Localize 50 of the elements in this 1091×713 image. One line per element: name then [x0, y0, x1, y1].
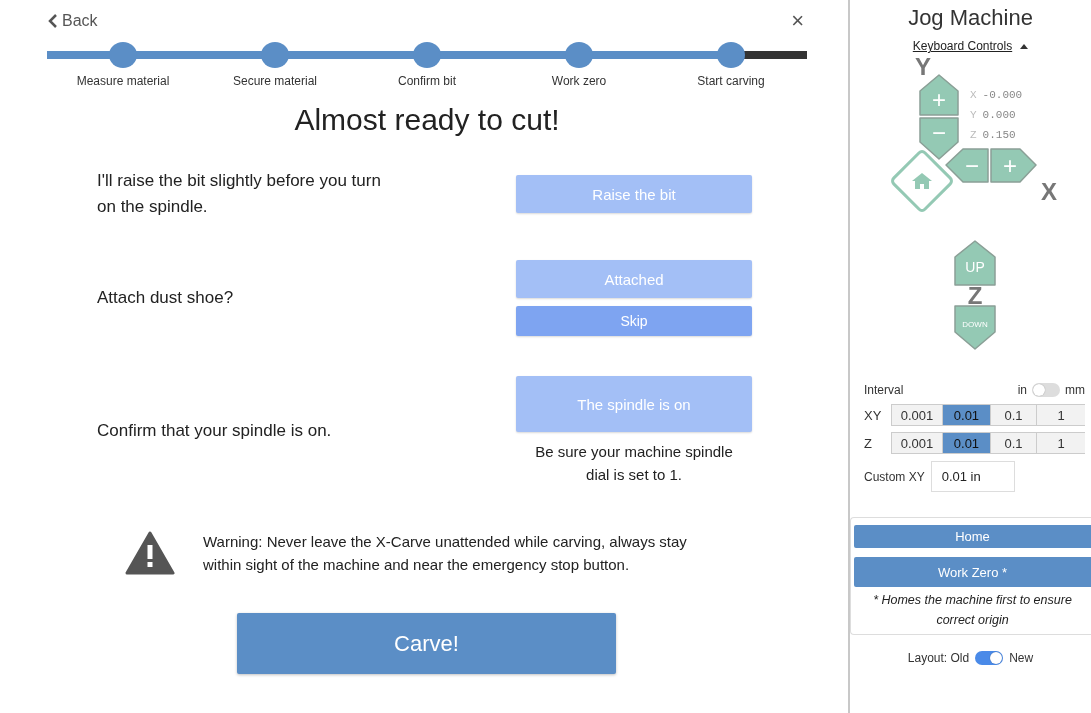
- step-label: Start carving: [696, 74, 766, 88]
- jog-button[interactable]: −: [919, 117, 959, 160]
- interval-option[interactable]: 1: [1036, 404, 1085, 426]
- interval-option[interactable]: 0.01: [941, 432, 990, 454]
- jog-button[interactable]: −: [945, 148, 989, 183]
- interval-option[interactable]: 0.001: [891, 404, 942, 426]
- interval-option[interactable]: 0.1: [989, 404, 1036, 426]
- home-button[interactable]: Home: [854, 525, 1091, 548]
- action-button[interactable]: The spindle is on: [516, 376, 752, 432]
- step-label: Secure material: [231, 74, 318, 88]
- step-label: Confirm bit: [397, 74, 457, 88]
- position-readout: Z 0.150: [970, 129, 1016, 141]
- action-button[interactable]: Skip: [516, 306, 752, 336]
- task-text: Confirm that your spindle is on.: [97, 420, 333, 442]
- warning-text: Warning: Never leave the X-Carve unattended while carving, always stay within sight of the machine and near the emergency stop button.: [203, 532, 688, 575]
- note-text: Be sure your machine spindle dial is set to 1.: [534, 442, 734, 485]
- step-label: Measure material: [75, 74, 171, 88]
- work-zero-button[interactable]: Work Zero *: [854, 557, 1091, 587]
- unit-label: mm: [1065, 383, 1085, 397]
- task-text: Attach dust shoe?: [97, 287, 235, 309]
- axis-label: X: [1041, 177, 1057, 205]
- close-button[interactable]: ×: [791, 9, 804, 32]
- position-readout: Y 0.000: [970, 109, 1016, 121]
- panel-title: Jog Machine: [907, 4, 1034, 32]
- interval-option[interactable]: 1: [1036, 432, 1085, 454]
- task-text: I'll raise the bit slightly before you turn on the spindle.: [97, 170, 382, 218]
- custom-xy-field[interactable]: 0.01 in: [930, 461, 1015, 492]
- jog-button[interactable]: +: [990, 148, 1037, 183]
- layout-label: New: [1009, 651, 1034, 665]
- keyboard-controls-link[interactable]: Keyboard Controls: [912, 39, 1013, 53]
- footnote-text: * Homes the machine first to ensure correct origin: [872, 592, 1073, 629]
- field-label: Custom XY: [864, 469, 925, 484]
- step-label: Work zero: [550, 74, 608, 88]
- axis-label: XY: [864, 407, 883, 423]
- axis-label: Z: [864, 435, 873, 451]
- back-button[interactable]: Back: [48, 11, 98, 30]
- interval-option[interactable]: 0.01: [941, 404, 990, 426]
- action-button[interactable]: Raise the bit: [516, 175, 752, 213]
- interval-option[interactable]: 0.1: [989, 432, 1036, 454]
- page-title: Almost ready to cut!: [293, 102, 561, 138]
- carve-button[interactable]: Carve!: [237, 613, 616, 674]
- jog-button[interactable]: DOWN: [954, 305, 996, 350]
- jog-button[interactable]: +: [919, 74, 959, 116]
- interval-label: Interval: [864, 383, 904, 397]
- unit-label: in: [1017, 383, 1027, 397]
- interval-option[interactable]: 0.001: [891, 432, 942, 454]
- position-readout: X -0.000: [970, 89, 1023, 101]
- jog-button[interactable]: UP: [954, 240, 996, 286]
- action-button[interactable]: Attached: [516, 260, 752, 298]
- layout-label: Layout: Old: [907, 651, 970, 665]
